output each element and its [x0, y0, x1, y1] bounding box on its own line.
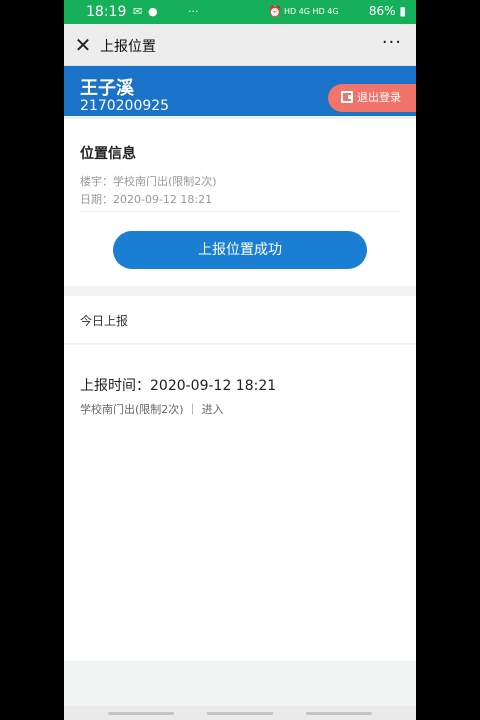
nav-bar: ✕ 上报位置 ···	[64, 24, 416, 66]
page-title: 上报位置	[100, 39, 156, 55]
alarm-icon: ⏰	[268, 5, 282, 18]
today-report-header: 今日上报	[64, 296, 416, 344]
bottom-area	[64, 661, 416, 706]
user-banner: 王子溪 2170200925 退出登录	[64, 66, 416, 116]
phone-screen: 18:19 ✉ ● ··· ⏰ HD 4G HD 4G 86% ▮ ✕ 上报位置…	[64, 0, 416, 720]
list-item: 上报时间：2020-09-12 18:21 学校南门出(限制2次) ｜ 进入	[64, 345, 416, 661]
user-name: 王子溪	[80, 78, 134, 99]
record-time: 上报时间：2020-09-12 18:21	[80, 378, 277, 394]
message-icon: ✉	[133, 5, 143, 18]
logout-button[interactable]: 退出登录	[328, 84, 416, 112]
location-info-card: 位置信息 楼宇：学校南门出(限制2次) 日期：2020-09-12 18:21 …	[64, 116, 416, 286]
wechat-icon: ●	[148, 5, 158, 18]
status-bar: 18:19 ✉ ● ··· ⏰ HD 4G HD 4G 86% ▮	[64, 0, 416, 24]
gesture-pill	[108, 712, 174, 715]
status-dots: ···	[188, 5, 199, 18]
battery-level: 86% ▮	[368, 4, 406, 18]
building-line: 楼宇：学校南门出(限制2次)	[80, 175, 217, 188]
user-id: 2170200925	[80, 98, 170, 114]
gesture-pill	[306, 712, 372, 715]
divider	[80, 211, 400, 212]
signal-indicators: HD 4G HD 4G	[284, 7, 339, 16]
close-icon[interactable]: ✕	[74, 35, 92, 55]
record-description: 学校南门出(限制2次) ｜ 进入	[80, 403, 224, 416]
today-report-title: 今日上报	[80, 314, 129, 328]
gesture-pill	[207, 712, 273, 715]
gesture-bar	[64, 706, 416, 720]
location-info-title: 位置信息	[80, 146, 136, 162]
logout-label: 退出登录	[357, 91, 401, 104]
logout-icon	[341, 91, 353, 103]
more-options-icon[interactable]: ···	[382, 32, 402, 53]
status-time: 18:19	[86, 4, 127, 20]
report-success-button[interactable]: 上报位置成功	[113, 231, 367, 269]
date-line: 日期：2020-09-12 18:21	[80, 193, 213, 206]
